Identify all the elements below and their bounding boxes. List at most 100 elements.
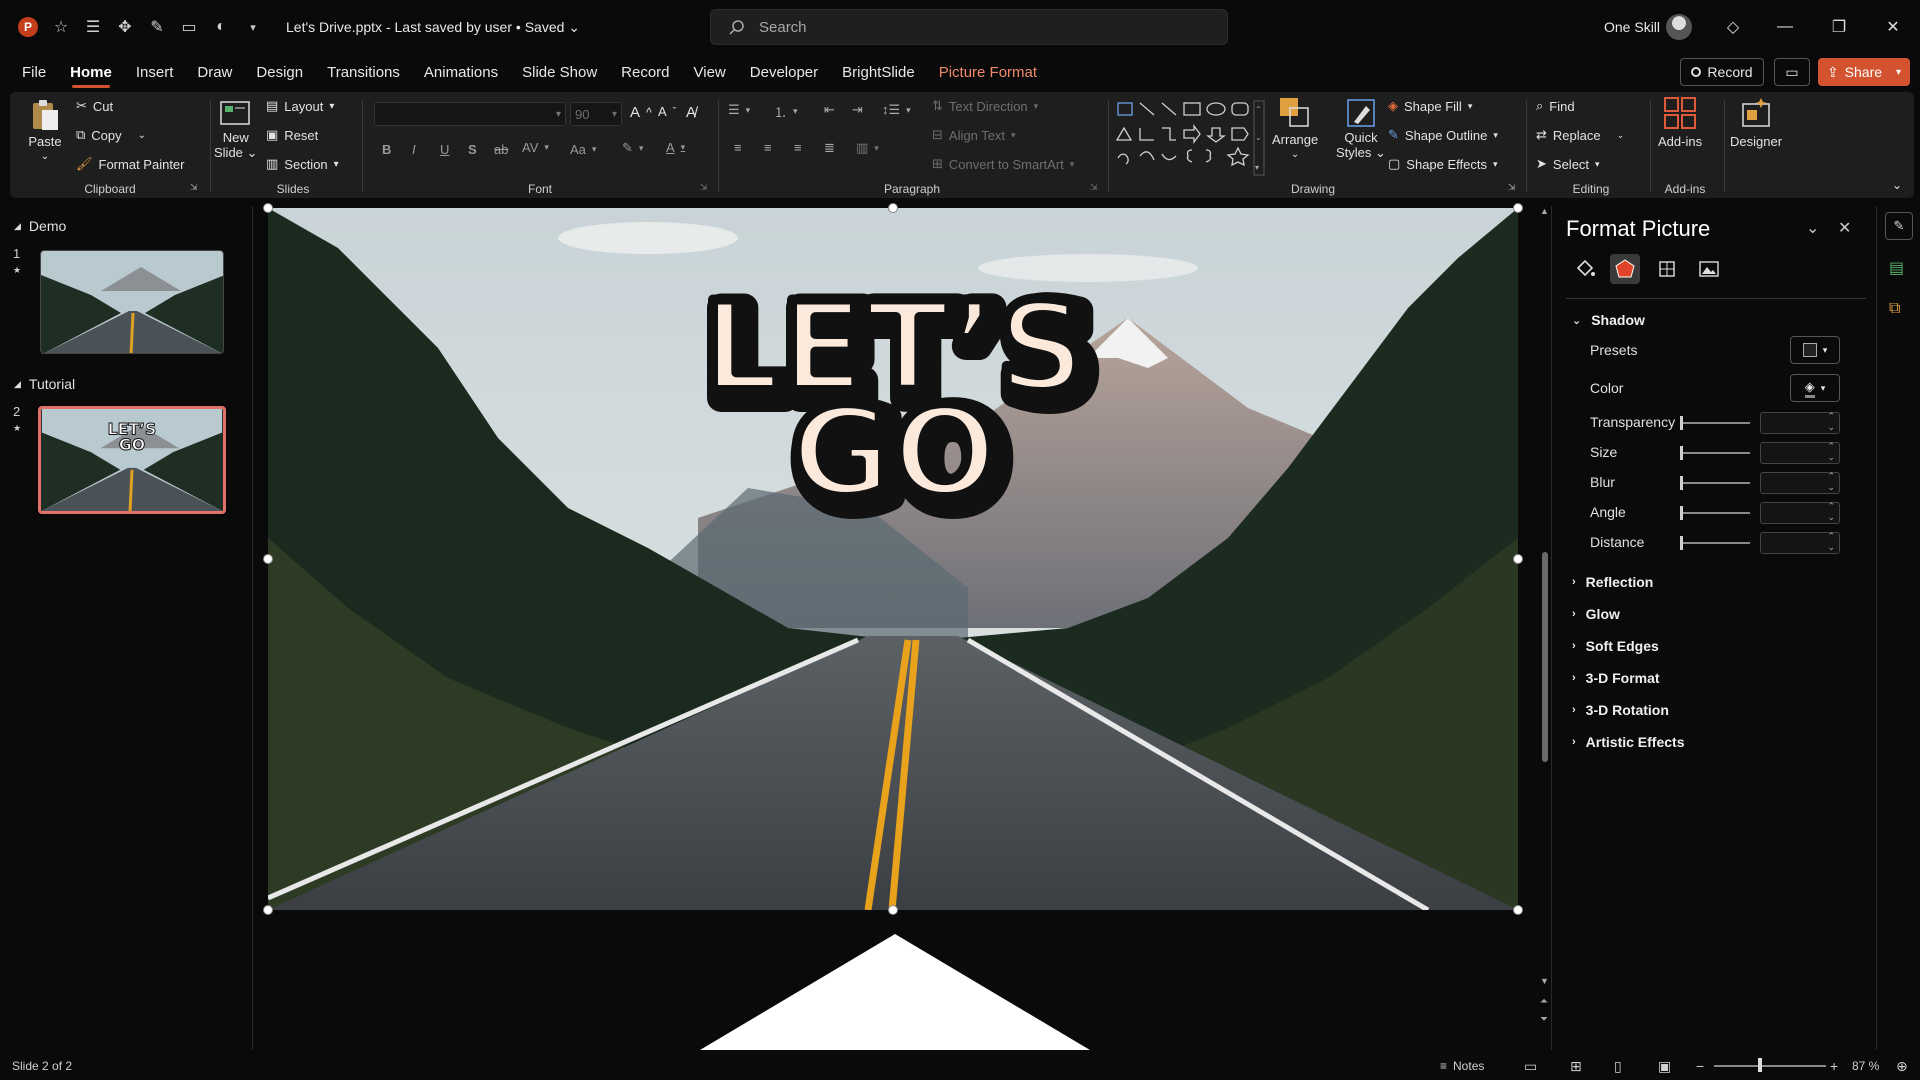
user-name[interactable]: One Skill xyxy=(1604,19,1660,35)
resize-handle-l[interactable] xyxy=(263,554,273,564)
align-center-icon[interactable]: ≡ xyxy=(764,140,772,155)
document-title[interactable]: Let's Drive.pptx - Last saved by user • … xyxy=(286,19,580,36)
distance-slider[interactable] xyxy=(1680,536,1750,550)
vertical-scrollbar[interactable]: ▲ ▼ ⏶ ⏷ xyxy=(1540,206,1550,1036)
zoom-slider-thumb[interactable] xyxy=(1758,1058,1762,1072)
highlight-icon[interactable]: ✎ ▾ xyxy=(622,140,643,156)
white-arrow-shape[interactable] xyxy=(690,930,1100,1050)
angle-spinner[interactable] xyxy=(1760,501,1840,524)
resize-handle-r[interactable] xyxy=(1513,554,1523,564)
size-properties-tab[interactable] xyxy=(1652,254,1682,284)
zoom-out-icon[interactable]: − xyxy=(1696,1058,1704,1074)
font-size-select[interactable]: 90 ▾ xyxy=(570,102,622,126)
tab-transitions[interactable]: Transitions xyxy=(315,54,412,90)
decrease-font-size-icon[interactable]: Aˇ xyxy=(658,104,676,119)
align-left-icon[interactable]: ≡ xyxy=(734,140,742,155)
select-button[interactable]: ➤ Select ▾ xyxy=(1536,156,1600,172)
artistic-effects-section-header[interactable]: › Artistic Effects xyxy=(1572,734,1684,750)
resize-handle-tl[interactable] xyxy=(263,203,273,213)
fill-line-tab[interactable] xyxy=(1570,254,1600,284)
slide-sorter-icon[interactable]: ⊞ xyxy=(1570,1058,1582,1075)
normal-view-icon[interactable]: ▭ xyxy=(1524,1058,1537,1075)
change-case-icon[interactable]: Aa ▾ xyxy=(570,142,596,157)
blur-spinner[interactable] xyxy=(1760,471,1840,494)
tab-developer[interactable]: Developer xyxy=(738,54,830,90)
strikethrough-icon[interactable]: ab xyxy=(494,142,508,157)
glow-section-header[interactable]: › Glow xyxy=(1572,606,1620,622)
format-painter-button[interactable]: 🖌 Format Painter xyxy=(76,156,185,172)
find-button[interactable]: ⌕ Find xyxy=(1536,98,1575,114)
scroll-thumb[interactable] xyxy=(1542,552,1548,762)
scroll-up-icon[interactable]: ▲ xyxy=(1540,206,1549,216)
add-ins-button[interactable]: Add-ins xyxy=(1658,96,1702,149)
angle-slider[interactable] xyxy=(1680,506,1750,520)
slide-show-icon[interactable]: ▣ xyxy=(1658,1058,1671,1075)
pen-icon[interactable]: ✎ xyxy=(148,18,166,36)
fit-to-window-icon[interactable]: ⊕ xyxy=(1896,1058,1908,1075)
italic-icon[interactable]: I xyxy=(412,142,416,157)
bullets-icon[interactable]: ☰ ▾ xyxy=(728,102,750,118)
close-pane-icon[interactable]: ✕ xyxy=(1838,218,1851,238)
next-slide-icon[interactable]: ⏷ xyxy=(1540,1014,1548,1025)
present-icon[interactable]: ▭ xyxy=(180,18,198,36)
effects-tab[interactable] xyxy=(1610,254,1640,284)
sparkle-icon[interactable]: ☆ xyxy=(52,18,70,36)
zoom-in-icon[interactable]: + xyxy=(1830,1058,1838,1074)
numbering-icon[interactable]: ⒈ ▾ xyxy=(774,102,798,121)
increase-font-size-icon[interactable]: A ^ xyxy=(630,104,652,121)
bold-icon[interactable]: B xyxy=(382,142,391,157)
picture-tab[interactable] xyxy=(1694,254,1724,284)
copy-button[interactable]: ⧉ Copy ⌄ xyxy=(76,127,146,143)
reading-view-icon[interactable]: ▯ xyxy=(1614,1058,1622,1075)
restore-icon[interactable]: ❐ xyxy=(1826,14,1852,40)
soft-edges-section-header[interactable]: › Soft Edges xyxy=(1572,638,1659,654)
presets-dropdown[interactable]: ▾ xyxy=(1790,336,1840,364)
resize-handle-b[interactable] xyxy=(888,905,898,915)
notes-button[interactable]: ≡ Notes xyxy=(1440,1059,1484,1073)
reflection-section-header[interactable]: › Reflection xyxy=(1572,574,1653,590)
character-spacing-icon[interactable]: AV ▾ xyxy=(522,140,549,155)
clear-formatting-icon[interactable]: A̸ xyxy=(686,104,696,121)
resize-handle-t[interactable] xyxy=(888,203,898,213)
tab-view[interactable]: View xyxy=(682,54,738,90)
shadow-section-header[interactable]: ⌄ Shadow xyxy=(1572,312,1645,328)
road-photo[interactable]: LET’S LET’S GO GO xyxy=(268,208,1518,910)
tab-draw[interactable]: Draw xyxy=(185,54,244,90)
circle-icon[interactable]: ◐ xyxy=(212,18,230,36)
pane-options-icon[interactable]: ⌄ xyxy=(1806,218,1819,238)
cut-button[interactable]: ✂ Cut xyxy=(76,98,113,114)
transparency-spinner[interactable] xyxy=(1760,411,1840,434)
collapse-ribbon-icon[interactable]: ⌄ xyxy=(1892,178,1902,192)
tab-insert[interactable]: Insert xyxy=(124,54,186,90)
resize-handle-br[interactable] xyxy=(1513,905,1523,915)
size-spinner[interactable] xyxy=(1760,441,1840,464)
paste-button[interactable]: Paste ⌄ xyxy=(28,98,62,162)
slide-thumbnail-1[interactable] xyxy=(40,250,224,354)
tab-home[interactable]: Home xyxy=(58,54,124,90)
justify-icon[interactable]: ≣ xyxy=(824,140,835,156)
clipboard-launcher-icon[interactable]: ⇲ xyxy=(190,182,198,193)
comments-button[interactable]: ▭ xyxy=(1774,58,1810,86)
tab-design[interactable]: Design xyxy=(244,54,315,90)
underline-icon[interactable]: U xyxy=(440,142,449,157)
paragraph-launcher-icon[interactable]: ⇲ xyxy=(1090,182,1098,193)
list-icon[interactable]: ☰ xyxy=(84,18,102,36)
font-family-select[interactable]: ▾ xyxy=(374,102,566,126)
increase-indent-icon[interactable]: ⇥ xyxy=(852,102,863,118)
tab-file[interactable]: File xyxy=(10,54,58,90)
close-window-icon[interactable]: ✕ xyxy=(1880,14,1906,40)
zoom-slider[interactable] xyxy=(1714,1065,1826,1067)
share-button[interactable]: ⇪ Share ▾ xyxy=(1818,58,1910,86)
animation-pane-icon[interactable]: ⧉ xyxy=(1889,300,1900,318)
resize-handle-tr[interactable] xyxy=(1513,203,1523,213)
minimize-icon[interactable]: — xyxy=(1772,14,1798,40)
text-shadow-icon[interactable]: S xyxy=(468,142,477,157)
arrange-button[interactable]: Arrange ⌄ xyxy=(1272,96,1318,160)
transparency-slider[interactable] xyxy=(1680,416,1750,430)
shape-outline-button[interactable]: ✎ Shape Outline ▾ xyxy=(1388,127,1498,143)
record-button[interactable]: Record xyxy=(1680,58,1764,86)
quick-styles-button[interactable]: Quick Styles ⌄ xyxy=(1336,96,1386,161)
tab-animations[interactable]: Animations xyxy=(412,54,510,90)
move-icon[interactable]: ✥ xyxy=(116,18,134,36)
shape-fill-button[interactable]: ◈ Shape Fill ▾ xyxy=(1388,98,1472,114)
